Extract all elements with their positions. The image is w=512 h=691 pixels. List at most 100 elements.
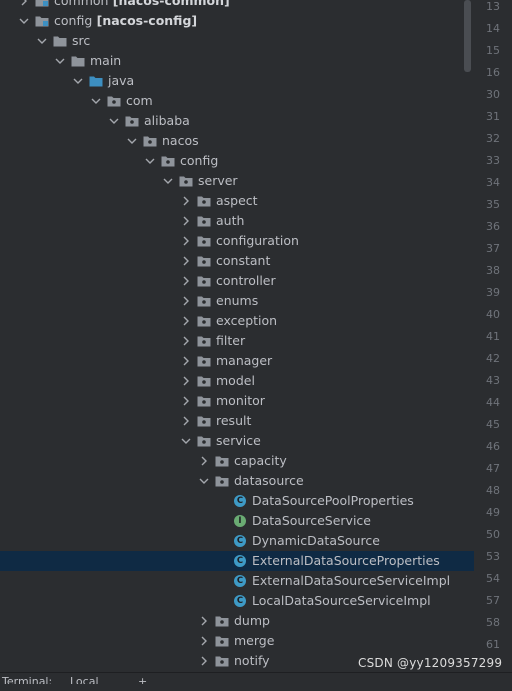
project-tree: common [nacos-common] config [nacos-confi… (0, 0, 474, 691)
chevron-right-icon[interactable] (198, 651, 210, 671)
tree-row-src[interactable]: src (0, 31, 474, 51)
tree-row-common[interactable]: common [nacos-common] (0, 0, 474, 11)
tree-item-label: alibaba (144, 113, 190, 128)
chevron-right-icon[interactable] (180, 271, 192, 291)
tree-row-datasource[interactable]: datasource (0, 471, 474, 491)
tree-row-config[interactable]: config [nacos-config] (0, 11, 474, 31)
chevron-down-icon[interactable] (90, 91, 102, 111)
tree-item-label: LocalDataSourceServiceImpl (252, 593, 431, 608)
line-number: 50 (486, 528, 500, 541)
tree-item-label: result (216, 413, 252, 428)
chevron-right-icon[interactable] (180, 331, 192, 351)
tree-row-nacos[interactable]: nacos (0, 131, 474, 151)
tree-item-label: DataSourceService (252, 513, 371, 528)
tree-row-com[interactable]: com (0, 91, 474, 111)
package-icon (143, 135, 157, 147)
chevron-right-icon[interactable] (198, 451, 210, 471)
chevron-down-icon[interactable] (54, 51, 66, 71)
line-number: 36 (486, 220, 500, 233)
chevron-down-icon[interactable] (108, 111, 120, 131)
package-icon (125, 115, 139, 127)
chevron-down-icon[interactable] (36, 31, 48, 51)
tree-item-label: dump (234, 613, 270, 628)
package-icon (197, 215, 211, 227)
chevron-right-icon[interactable] (180, 351, 192, 371)
tree-row-result[interactable]: result (0, 411, 474, 431)
chevron-down-icon[interactable] (126, 131, 138, 151)
tree-item-label: nacos (162, 133, 199, 148)
tree-row-localdatasourceserviceimpl[interactable]: C LocalDataSourceServiceImpl (0, 591, 474, 611)
package-icon (215, 475, 229, 487)
tree-row-alibaba[interactable]: alibaba (0, 111, 474, 131)
tree-row-manager[interactable]: manager (0, 351, 474, 371)
line-number: 35 (486, 198, 500, 211)
tree-item-label: model (216, 373, 255, 388)
tree-row-externaldatasourceserviceimpl[interactable]: C ExternalDataSourceServiceImpl (0, 571, 474, 591)
chevron-right-icon[interactable] (198, 611, 210, 631)
tree-row-filter[interactable]: filter (0, 331, 474, 351)
chevron-right-icon[interactable] (18, 0, 30, 11)
tree-row-constant[interactable]: constant (0, 251, 474, 271)
class-icon: C (234, 495, 246, 507)
tree-row-merge[interactable]: merge (0, 631, 474, 651)
chevron-right-icon[interactable] (180, 391, 192, 411)
tree-item-label: server (198, 173, 238, 188)
package-icon (161, 155, 175, 167)
tree-row-exception[interactable]: exception (0, 311, 474, 331)
chevron-right-icon[interactable] (180, 311, 192, 331)
tree-row-model[interactable]: model (0, 371, 474, 391)
chevron-down-icon[interactable] (180, 431, 192, 451)
tree-row-auth[interactable]: auth (0, 211, 474, 231)
tree-row-monitor[interactable]: monitor (0, 391, 474, 411)
chevron-right-icon[interactable] (180, 211, 192, 231)
package-icon (197, 255, 211, 267)
line-number: 49 (486, 506, 500, 519)
line-number: 30 (486, 88, 500, 101)
tree-row-config[interactable]: config (0, 151, 474, 171)
line-number: 58 (486, 616, 500, 629)
chevron-right-icon[interactable] (180, 231, 192, 251)
chevron-right-icon[interactable] (180, 291, 192, 311)
tree-row-aspect[interactable]: aspect (0, 191, 474, 211)
chevron-down-icon[interactable] (18, 11, 30, 31)
tree-row-datasourcepoolproperties[interactable]: C DataSourcePoolProperties (0, 491, 474, 511)
tree-row-enums[interactable]: enums (0, 291, 474, 311)
tree-row-java[interactable]: java (0, 71, 474, 91)
chevron-right-icon[interactable] (180, 411, 192, 431)
tree-row-externaldatasourceproperties[interactable]: C ExternalDataSourceProperties (0, 551, 474, 571)
chevron-right-icon[interactable] (180, 251, 192, 271)
tree-row-datasourceservice[interactable]: I DataSourceService (0, 511, 474, 531)
chevron-right-icon[interactable] (198, 631, 210, 651)
tree-row-main[interactable]: main (0, 51, 474, 71)
line-number: 34 (486, 176, 500, 189)
tree-item-label: config [nacos-config] (54, 13, 198, 28)
tree-row-dynamicdatasource[interactable]: C DynamicDataSource (0, 531, 474, 551)
chevron-down-icon[interactable] (72, 71, 84, 91)
chevron-right-icon[interactable] (180, 191, 192, 211)
tree-item-label: aspect (216, 193, 258, 208)
line-number: 44 (486, 396, 500, 409)
line-number: 16 (486, 66, 500, 79)
tree-item-label: com (126, 93, 153, 108)
tree-row-dump[interactable]: dump (0, 611, 474, 631)
chevron-right-icon[interactable] (180, 371, 192, 391)
chevron-down-icon[interactable] (162, 171, 174, 191)
folder-icon (53, 35, 67, 47)
tree-item-label: manager (216, 353, 273, 368)
line-number-gutter: 13 14 15 16 30 31 32 33 34 35 36 37 38 39 40 41 42 43 44 45… (474, 0, 512, 683)
chevron-down-icon[interactable] (144, 151, 156, 171)
package-icon (215, 635, 229, 647)
tree-row-capacity[interactable]: capacity (0, 451, 474, 471)
tree-row-service[interactable]: service (0, 431, 474, 451)
tree-item-label: constant (216, 253, 271, 268)
tree-item-label: DynamicDataSource (252, 533, 380, 548)
tree-row-controller[interactable]: controller (0, 271, 474, 291)
tree-row-server[interactable]: server (0, 171, 474, 191)
line-number: 38 (486, 264, 500, 277)
package-icon (197, 395, 211, 407)
class-icon: C (234, 575, 246, 587)
chevron-down-icon[interactable] (198, 471, 210, 491)
tree-row-configuration[interactable]: configuration (0, 231, 474, 251)
tree-item-label: controller (216, 273, 276, 288)
tree-item-label: monitor (216, 393, 265, 408)
